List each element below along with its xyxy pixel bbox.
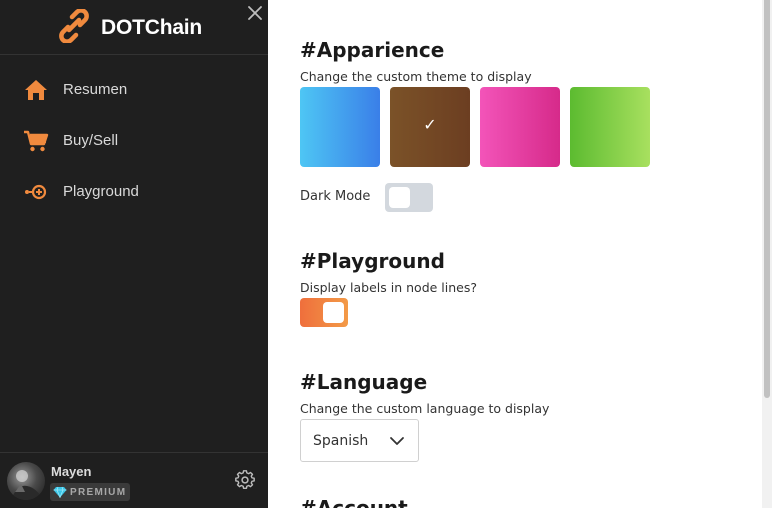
theme-swatch-pink[interactable]	[480, 87, 560, 167]
language-title: #Language	[300, 370, 428, 394]
cart-icon	[24, 130, 49, 152]
chain-link-icon	[59, 9, 89, 43]
home-icon	[25, 80, 47, 100]
sidebar-item-resumen[interactable]: Resumen	[0, 65, 268, 113]
scrollbar-thumb[interactable]	[764, 0, 770, 398]
premium-badge: PREMIUM	[50, 483, 131, 501]
diamond-icon	[53, 486, 67, 498]
node-add-icon	[25, 184, 47, 200]
brand-name: DOTChain	[101, 16, 203, 39]
theme-swatch-green[interactable]	[570, 87, 650, 167]
sidebar-item-playground[interactable]: Playground	[0, 167, 268, 215]
appearance-subtitle: Change the custom theme to display	[300, 69, 532, 84]
user-profile: Mayen PREMIUM	[0, 452, 268, 508]
user-name: Mayen	[51, 464, 92, 479]
appearance-title: #Apparience	[300, 38, 445, 62]
dark-mode-label: Dark Mode	[300, 189, 371, 204]
chevron-down-icon	[390, 437, 404, 445]
playground-title: #Playground	[300, 249, 445, 273]
toggle-knob	[323, 302, 344, 323]
language-subtitle: Change the custom language to display	[300, 401, 550, 416]
dark-mode-toggle[interactable]	[385, 183, 433, 212]
sidebar: DOTChain Resumen Buy/Sell Playground May…	[0, 0, 268, 508]
toggle-knob	[389, 187, 410, 208]
sidebar-item-label: Resumen	[63, 81, 128, 98]
sidebar-item-label: Playground	[63, 183, 139, 200]
premium-label: PREMIUM	[70, 486, 127, 498]
playground-subtitle: Display labels in node lines?	[300, 280, 478, 295]
sidebar-item-buy-sell[interactable]: Buy/Sell	[0, 116, 268, 164]
sidebar-item-label: Buy/Sell	[63, 132, 119, 149]
language-select-value: Spanish	[313, 433, 369, 449]
node-labels-toggle[interactable]	[300, 298, 348, 327]
avatar[interactable]	[7, 462, 45, 500]
language-select[interactable]: Spanish	[300, 419, 419, 462]
theme-swatch-brown[interactable]: ✓	[390, 87, 470, 167]
theme-swatch-blue[interactable]	[300, 87, 380, 167]
close-icon[interactable]	[246, 4, 264, 22]
brand-header: DOTChain	[0, 0, 268, 55]
scrollbar[interactable]	[762, 0, 772, 508]
account-title: #Account	[300, 496, 408, 508]
gear-icon[interactable]	[235, 470, 255, 490]
selected-check-icon: ✓	[423, 115, 437, 134]
